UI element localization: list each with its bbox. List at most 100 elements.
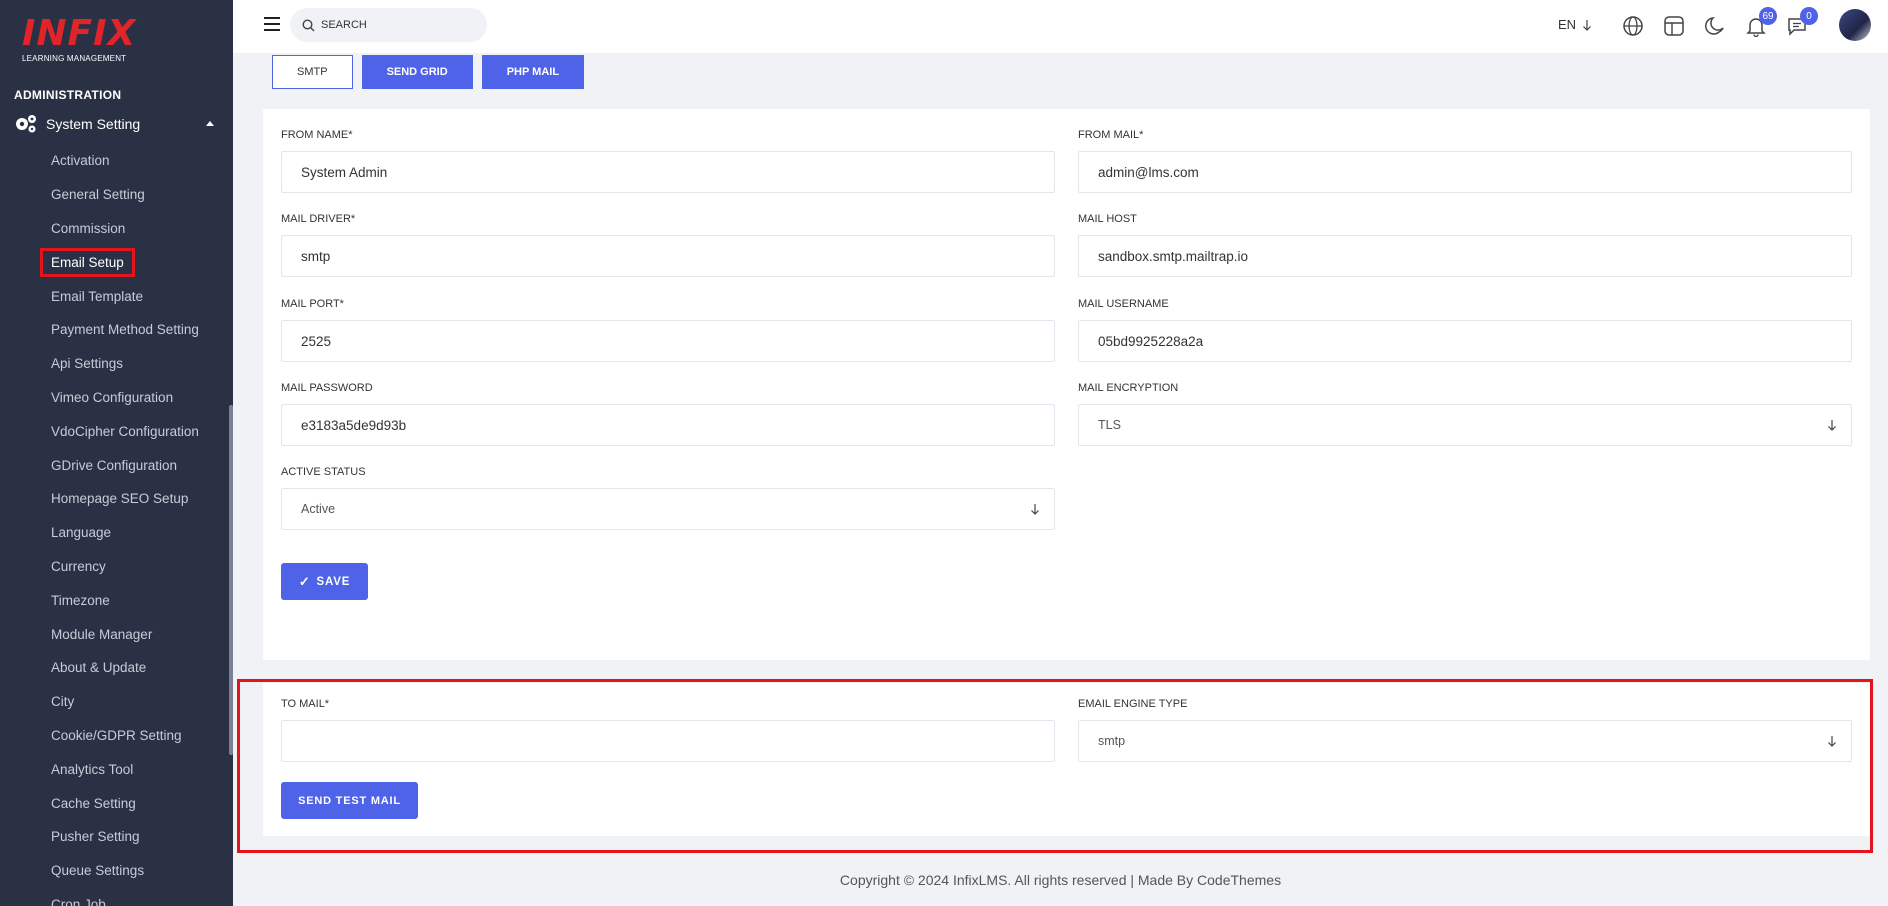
sidebar-item-label: GDrive Configuration <box>51 457 178 473</box>
sidebar-item-gdrive-configuration[interactable]: GDrive Configuration <box>0 448 233 482</box>
mail-host-input[interactable]: sandbox.smtp.mailtrap.io <box>1078 235 1852 277</box>
from-mail-field: FROM MAIL* admin@lms.com <box>1078 129 1852 193</box>
sidebar-item-label: Email Template <box>51 288 144 304</box>
from-mail-label: FROM MAIL* <box>1078 129 1144 141</box>
mail-encryption-value: TLS <box>1098 418 1121 432</box>
sidebar-item-city[interactable]: City <box>0 685 233 719</box>
mail-port-field: MAIL PORT* 2525 <box>281 298 1055 362</box>
sidebar-item-language[interactable]: Language <box>0 516 233 550</box>
from-mail-input[interactable]: admin@lms.com <box>1078 151 1852 193</box>
mail-host-field: MAIL HOST sandbox.smtp.mailtrap.io <box>1078 213 1852 277</box>
sidebar-item-label: Currency <box>51 558 106 574</box>
active-status-value: Active <box>301 502 336 516</box>
layout-icon[interactable] <box>1663 15 1685 37</box>
sidebar-item-label: Cron Job <box>51 896 106 906</box>
mail-username-label: MAIL USERNAME <box>1078 298 1169 310</box>
check-icon: ✓ <box>298 573 311 589</box>
mail-username-input[interactable]: 05bd9925228a2a <box>1078 320 1852 362</box>
tab-send-grid[interactable]: SEND GRID <box>361 55 473 89</box>
sidebar-item-label: Activation <box>51 153 110 169</box>
sidebar-scrollbar[interactable] <box>229 405 233 755</box>
tab-php-mail[interactable]: PHP MAIL <box>481 55 585 89</box>
logo[interactable]: INFIX LEARNING MANAGEMENT <box>22 16 142 66</box>
sidebar-item-label: Commission <box>51 220 126 236</box>
messages-button[interactable]: 0 <box>1786 7 1818 37</box>
sidebar-item-email-template[interactable]: Email Template <box>0 279 233 313</box>
sidebar-item-about-update[interactable]: About & Update <box>0 651 233 685</box>
mail-port-label: MAIL PORT* <box>281 298 344 310</box>
sidebar-item-timezone[interactable]: Timezone <box>0 583 233 617</box>
sidebar-item-api-settings[interactable]: Api Settings <box>0 347 233 381</box>
tab-smtp[interactable]: SMTP <box>272 55 353 89</box>
sidebar-item-homepage-seo-setup[interactable]: Homepage SEO Setup <box>0 482 233 516</box>
topbar: SEARCH EN 69 0 <box>233 0 1888 53</box>
active-status-select[interactable]: Active <box>281 488 1055 530</box>
sidebar-item-label: Email Setup <box>40 247 135 277</box>
sidebar-item-currency[interactable]: Currency <box>0 550 233 584</box>
sidebar-item-system-setting[interactable]: System Setting <box>14 113 214 135</box>
caret-up-icon <box>206 121 214 126</box>
logo-text: INFIX <box>22 13 137 54</box>
notifications-badge: 69 <box>1759 7 1777 25</box>
avatar[interactable] <box>1839 9 1871 41</box>
messages-badge: 0 <box>1800 7 1818 25</box>
sidebar-item-label: Cache Setting <box>51 795 136 811</box>
sidebar-item-label: Module Manager <box>51 626 153 642</box>
moon-icon[interactable] <box>1704 15 1726 37</box>
mail-driver-field: MAIL DRIVER* smtp <box>281 213 1055 277</box>
sidebar-item-commission[interactable]: Commission <box>0 212 233 246</box>
sidebar-item-label: About & Update <box>51 660 147 676</box>
logo-subtitle: LEARNING MANAGEMENT <box>22 54 127 63</box>
mail-username-field: MAIL USERNAME 05bd9925228a2a <box>1078 298 1852 362</box>
mail-encryption-field: MAIL ENCRYPTION TLS <box>1078 382 1852 446</box>
mail-driver-input[interactable]: smtp <box>281 235 1055 277</box>
mail-engine-tabs: SMTP SEND GRID PHP MAIL <box>272 55 585 89</box>
sidebar-item-label: Vimeo Configuration <box>51 389 174 405</box>
sidebar-item-module-manager[interactable]: Module Manager <box>0 617 233 651</box>
mail-password-input[interactable]: e3183a5de9d93b <box>281 404 1055 446</box>
hamburger-menu-icon[interactable] <box>264 17 280 31</box>
sidebar-item-payment-method-setting[interactable]: Payment Method Setting <box>0 313 233 347</box>
sidebar-item-activation[interactable]: Activation <box>0 144 233 178</box>
active-status-label: ACTIVE STATUS <box>281 466 366 478</box>
mail-encryption-label: MAIL ENCRYPTION <box>1078 382 1179 394</box>
sidebar-item-label: Payment Method Setting <box>51 322 199 338</box>
sidebar-item-label: Language <box>51 525 112 541</box>
globe-icon[interactable] <box>1622 15 1644 37</box>
sidebar-item-cron-job[interactable]: Cron Job <box>0 888 233 906</box>
sidebar-item-analytics-tool[interactable]: Analytics Tool <box>0 752 233 786</box>
sidebar-item-cache-setting[interactable]: Cache Setting <box>0 786 233 820</box>
sidebar-item-queue-settings[interactable]: Queue Settings <box>0 854 233 888</box>
sidebar-item-label: VdoCipher Configuration <box>51 423 199 439</box>
mail-driver-label: MAIL DRIVER* <box>281 213 356 225</box>
sidebar-parent-label: System Setting <box>46 116 141 132</box>
sidebar-item-email-setup[interactable]: Email Setup <box>0 245 233 279</box>
sidebar-item-label: Pusher Setting <box>51 829 140 845</box>
language-label: EN <box>1558 17 1577 32</box>
sidebar-item-label: Queue Settings <box>51 863 145 879</box>
arrow-down-icon <box>1583 19 1591 31</box>
sidebar-item-pusher-setting[interactable]: Pusher Setting <box>0 820 233 854</box>
highlight-outline <box>237 679 1873 853</box>
sidebar-item-cookie-gdpr-setting[interactable]: Cookie/GDPR Setting <box>0 719 233 753</box>
search-placeholder: SEARCH <box>321 19 367 31</box>
from-name-input[interactable]: System Admin <box>281 151 1055 193</box>
footer-copyright: Copyright © 2024 InfixLMS. All rights re… <box>839 872 1282 888</box>
search-input[interactable]: SEARCH <box>290 8 487 42</box>
mail-port-input[interactable]: 2525 <box>281 320 1055 362</box>
mail-password-label: MAIL PASSWORD <box>281 382 373 394</box>
sidebar-item-label: Homepage SEO Setup <box>51 491 189 507</box>
sidebar-item-vdocipher-configuration[interactable]: VdoCipher Configuration <box>0 414 233 448</box>
sidebar-item-label: Timezone <box>51 592 110 608</box>
language-selector[interactable]: EN <box>1558 17 1592 32</box>
notifications-button[interactable]: 69 <box>1745 7 1777 38</box>
sidebar-item-label: General Setting <box>51 187 145 203</box>
sidebar-item-general-setting[interactable]: General Setting <box>0 178 233 212</box>
sidebar-section-title: ADMINISTRATION <box>14 88 122 102</box>
mail-password-field: MAIL PASSWORD e3183a5de9d93b <box>281 382 1055 446</box>
sidebar-item-label: Api Settings <box>51 356 124 372</box>
mail-encryption-select[interactable]: TLS <box>1078 404 1852 446</box>
sidebar-item-vimeo-configuration[interactable]: Vimeo Configuration <box>0 381 233 415</box>
sidebar-item-label: Cookie/GDPR Setting <box>51 727 182 743</box>
save-button[interactable]: ✓ SAVE <box>281 563 368 600</box>
